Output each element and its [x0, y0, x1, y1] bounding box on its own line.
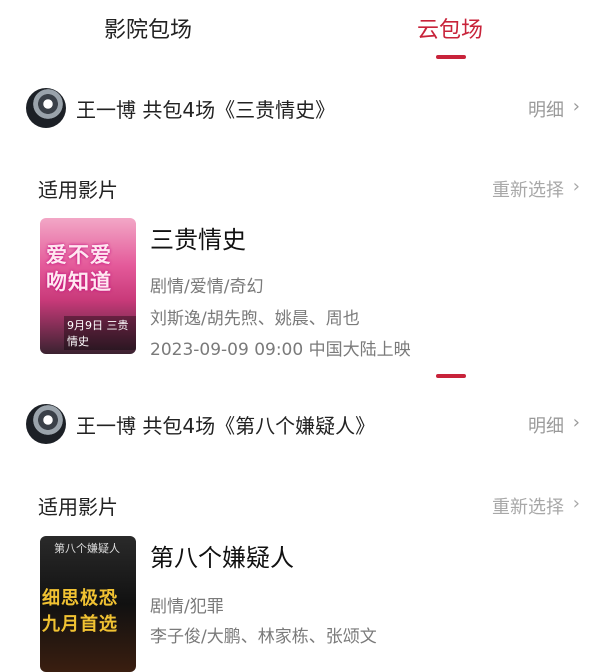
tab-bar: 影院包场 云包场 [0, 0, 600, 70]
tab-cloud-booking[interactable]: 云包场 [417, 12, 483, 44]
poster-title: 爱不爱 吻知道 [46, 243, 112, 294]
applicable-movies-header: 适用影片 重新选择 › [0, 174, 600, 204]
package-summary: 王一博 共包4场《三贵情史》 [76, 98, 336, 122]
detail-link[interactable]: 明细 [528, 412, 564, 438]
movie-genres: 剧情/爱情/奇幻 [150, 277, 264, 297]
poster-caption: 9月9日 三贵情史 [64, 316, 136, 350]
chevron-right-icon[interactable]: › [573, 493, 580, 514]
tab-cinema-booking[interactable]: 影院包场 [104, 12, 192, 44]
package-summary: 王一博 共包4场《第八个嫌疑人》 [76, 414, 376, 438]
poster-top-text: 第八个嫌疑人 [54, 542, 120, 555]
chevron-right-icon[interactable]: › [573, 96, 580, 117]
reselect-button[interactable]: 重新选择 [492, 176, 564, 202]
applicable-movies-title: 适用影片 [38, 178, 118, 202]
movie-cast: 刘斯逸/胡先煦、姚晨、周也 [150, 309, 360, 329]
avatar [26, 404, 66, 444]
reselect-button[interactable]: 重新选择 [492, 493, 564, 519]
movie-poster[interactable]: 爱不爱 吻知道 9月9日 三贵情史 [40, 218, 136, 354]
active-tab-indicator [436, 55, 466, 59]
section-divider-marker [436, 374, 466, 378]
applicable-movies-header: 适用影片 重新选择 › [0, 491, 600, 521]
avatar [26, 88, 66, 128]
movie-genres: 剧情/犯罪 [150, 597, 224, 617]
package-row[interactable]: 王一博 共包4场《第八个嫌疑人》 明细 › [0, 402, 600, 446]
movie-title[interactable]: 第八个嫌疑人 [150, 538, 294, 573]
applicable-movies-title: 适用影片 [38, 495, 118, 519]
movie-release: 2023-09-09 09:00 中国大陆上映 [150, 340, 411, 360]
movie-poster[interactable]: 第八个嫌疑人 细思极恐 九月首选 [40, 536, 136, 672]
package-row[interactable]: 王一博 共包4场《三贵情史》 明细 › [0, 86, 600, 130]
chevron-right-icon[interactable]: › [573, 412, 580, 433]
chevron-right-icon[interactable]: › [573, 176, 580, 197]
detail-link[interactable]: 明细 [528, 96, 564, 122]
movie-title[interactable]: 三贵情史 [150, 220, 246, 255]
poster-title: 细思极恐 九月首选 [42, 588, 118, 635]
movie-cast: 李子俊/大鹏、林家栋、张颂文 [150, 627, 377, 647]
